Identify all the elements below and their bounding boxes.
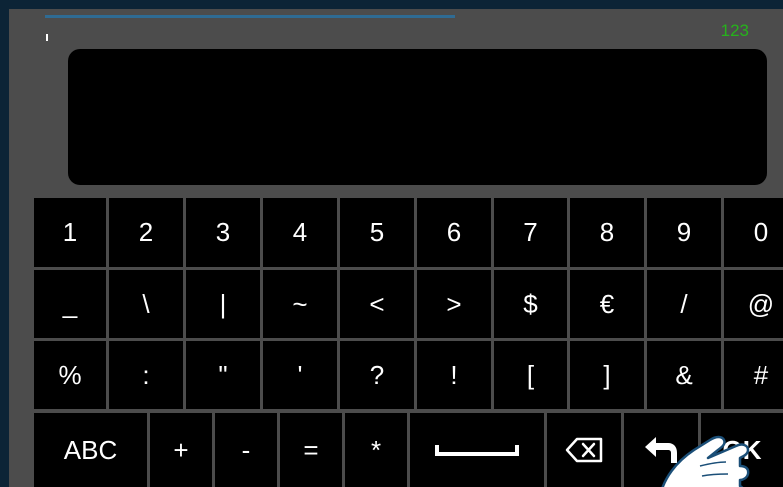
space-bar-icon bbox=[435, 445, 519, 456]
key-hash[interactable]: # bbox=[724, 341, 783, 409]
key-underscore[interactable]: _ bbox=[34, 270, 106, 338]
key-ampersand[interactable]: & bbox=[647, 341, 721, 409]
key-percent[interactable]: % bbox=[34, 341, 106, 409]
key-double-quote[interactable]: " bbox=[186, 341, 260, 409]
ok-button[interactable]: OK bbox=[701, 413, 783, 487]
text-cursor bbox=[46, 34, 48, 41]
key-4[interactable]: 4 bbox=[263, 198, 337, 267]
progress-bar bbox=[45, 15, 455, 18]
key-6[interactable]: 6 bbox=[417, 198, 491, 267]
key-colon[interactable]: : bbox=[109, 341, 183, 409]
key-less-than[interactable]: < bbox=[340, 270, 414, 338]
key-dollar[interactable]: $ bbox=[494, 270, 567, 338]
key-exclamation[interactable]: ! bbox=[417, 341, 491, 409]
key-minus[interactable]: - bbox=[215, 413, 277, 487]
key-backslash[interactable]: \ bbox=[109, 270, 183, 338]
key-euro[interactable]: € bbox=[570, 270, 644, 338]
key-asterisk[interactable]: * bbox=[345, 413, 407, 487]
key-left-bracket[interactable]: [ bbox=[494, 341, 567, 409]
keyboard-screen: 123 1 2 3 4 5 6 7 8 9 0 _ \ | ~ < > $ € … bbox=[9, 9, 783, 487]
key-7[interactable]: 7 bbox=[494, 198, 567, 267]
key-plus[interactable]: + bbox=[150, 413, 212, 487]
key-slash[interactable]: / bbox=[647, 270, 721, 338]
return-arrow-icon bbox=[645, 437, 677, 463]
key-question[interactable]: ? bbox=[340, 341, 414, 409]
key-right-bracket[interactable]: ] bbox=[570, 341, 644, 409]
key-equals[interactable]: = bbox=[280, 413, 342, 487]
key-2[interactable]: 2 bbox=[109, 198, 183, 267]
enter-key[interactable] bbox=[624, 413, 698, 487]
backspace-key[interactable] bbox=[547, 413, 621, 487]
text-display[interactable] bbox=[68, 49, 767, 185]
space-key[interactable] bbox=[410, 413, 544, 487]
key-1[interactable]: 1 bbox=[34, 198, 106, 267]
key-3[interactable]: 3 bbox=[186, 198, 260, 267]
key-apostrophe[interactable]: ' bbox=[263, 341, 337, 409]
backspace-icon bbox=[565, 437, 603, 463]
key-0[interactable]: 0 bbox=[724, 198, 783, 267]
key-5[interactable]: 5 bbox=[340, 198, 414, 267]
key-9[interactable]: 9 bbox=[647, 198, 721, 267]
key-greater-than[interactable]: > bbox=[417, 270, 491, 338]
key-at[interactable]: @ bbox=[724, 270, 783, 338]
abc-button[interactable]: ABC bbox=[34, 413, 147, 487]
mode-indicator: 123 bbox=[720, 21, 749, 40]
key-8[interactable]: 8 bbox=[570, 198, 644, 267]
key-tilde[interactable]: ~ bbox=[263, 270, 337, 338]
key-pipe[interactable]: | bbox=[186, 270, 260, 338]
